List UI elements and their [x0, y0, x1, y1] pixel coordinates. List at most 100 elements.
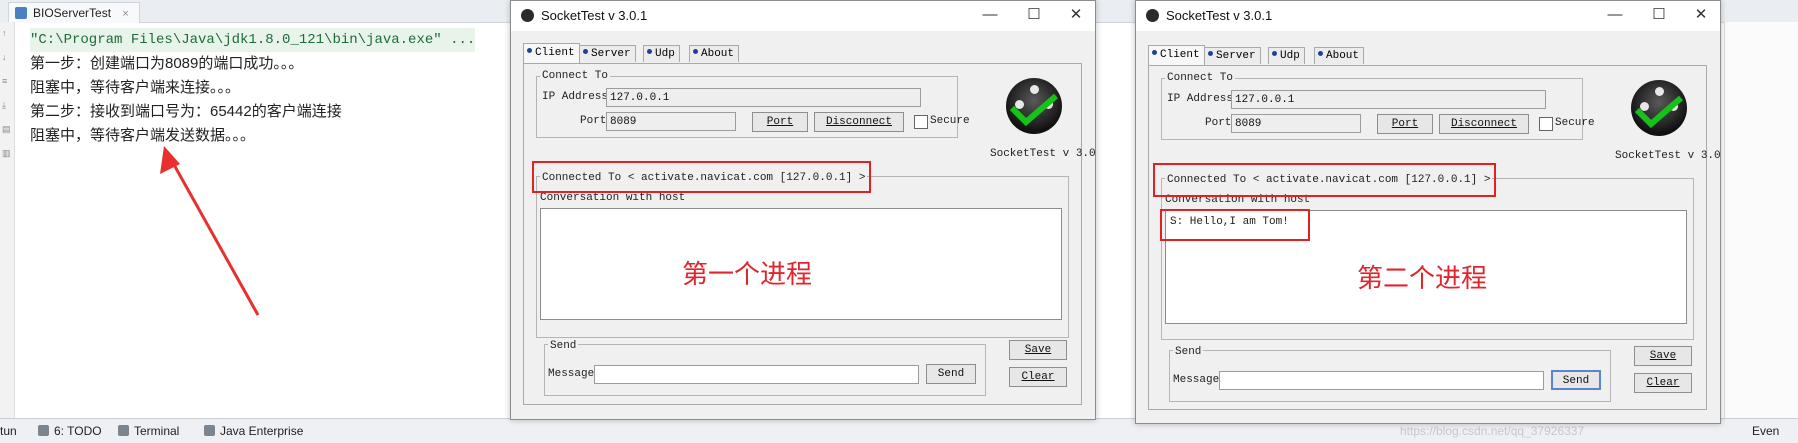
- tab-dot-icon: [583, 49, 588, 54]
- ip-address-input[interactable]: 127.0.0.1: [606, 88, 921, 107]
- trash-icon[interactable]: ▥: [2, 148, 11, 159]
- secure-checkbox[interactable]: [914, 115, 928, 129]
- connected-to-highlight: [532, 161, 871, 193]
- message-label: Message: [1173, 374, 1220, 386]
- connect-to-label: Connect To: [1165, 72, 1236, 84]
- statusbar-event-log[interactable]: Even: [1752, 423, 1779, 439]
- secure-label: Secure: [930, 115, 970, 127]
- run-config-tab[interactable]: BIOServerTest ×: [8, 2, 140, 23]
- rerun-icon[interactable]: ↑: [2, 28, 7, 38]
- port-input[interactable]: 8089: [606, 112, 736, 131]
- wrap-icon[interactable]: ≡: [2, 76, 7, 86]
- tab-dot-icon: [1318, 51, 1323, 56]
- ip-address-label: IP Address: [542, 91, 609, 103]
- sockettest-logo-icon: [1006, 78, 1062, 134]
- tab-about-label: About: [701, 48, 735, 60]
- tab-dot-icon: [693, 49, 698, 54]
- process-annotation: 第二个进程: [1357, 264, 1488, 294]
- port-label: Port: [1205, 117, 1232, 129]
- run-toolbar: ↑ ↓ ≡ ⤓ ▤ ▥: [0, 22, 15, 418]
- send-group-label: Send: [548, 340, 579, 352]
- close-button[interactable]: ✕: [1065, 5, 1087, 25]
- ip-address-label: IP Address: [1167, 93, 1234, 105]
- watermark: https://blog.csdn.net/qq_37926337: [1400, 424, 1585, 438]
- statusbar-terminal[interactable]: Terminal: [118, 423, 179, 439]
- annotation-arrow: [160, 146, 260, 316]
- logo-caption: SocketTest v 3.0: [990, 148, 1096, 160]
- save-button[interactable]: Save: [1009, 340, 1067, 360]
- minimize-button[interactable]: —: [979, 5, 1001, 25]
- logo-caption: SocketTest v 3.0: [1615, 150, 1721, 162]
- run-config-icon: [15, 7, 27, 19]
- sockettest-logo-icon: [1631, 80, 1687, 136]
- maximize-button[interactable]: ☐: [1648, 5, 1670, 25]
- disconnect-button[interactable]: Disconnect: [1439, 114, 1529, 134]
- tab-client-label: Client: [535, 47, 575, 59]
- scroll-end-icon[interactable]: ⤓: [2, 100, 6, 111]
- window-titlebar: SocketTest v 3.0.1 — ☐ ✕: [1136, 1, 1720, 31]
- run-config-tab-label: BIOServerTest: [33, 6, 112, 20]
- tab-dot-icon: [527, 48, 532, 53]
- close-button[interactable]: ✕: [1690, 5, 1712, 25]
- send-button[interactable]: Send: [926, 364, 976, 384]
- tab-udp-label: Udp: [1280, 50, 1300, 62]
- tab-dot-icon: [1152, 50, 1157, 55]
- connect-to-label: Connect To: [540, 70, 611, 82]
- ip-address-input[interactable]: 127.0.0.1: [1231, 90, 1546, 109]
- tab-dot-icon: [1272, 51, 1277, 56]
- print-icon[interactable]: ▤: [2, 124, 11, 135]
- terminal-icon: [118, 425, 129, 436]
- secure-checkbox[interactable]: [1539, 117, 1553, 131]
- maximize-button[interactable]: ☐: [1023, 5, 1045, 25]
- tab-about-label: About: [1326, 50, 1360, 62]
- save-button[interactable]: Save: [1634, 346, 1692, 366]
- console-command-line: "C:\Program Files\Java\jdk1.8.0_121\bin\…: [30, 28, 476, 52]
- tab-server-label: Server: [1216, 50, 1256, 62]
- window-title: SocketTest v 3.0.1: [541, 8, 648, 23]
- tab-udp-label: Udp: [655, 48, 675, 60]
- tab-server[interactable]: Server: [1204, 47, 1261, 64]
- console-output: "C:\Program Files\Java\jdk1.8.0_121\bin\…: [30, 28, 476, 148]
- port-button[interactable]: Port: [752, 112, 808, 132]
- tab-about[interactable]: About: [689, 45, 740, 62]
- clear-button[interactable]: Clear: [1009, 367, 1067, 387]
- message-input[interactable]: [1219, 371, 1544, 390]
- send-group-label: Send: [1173, 346, 1204, 358]
- message-input[interactable]: [594, 365, 919, 384]
- statusbar-event-log-label: Even: [1752, 424, 1780, 438]
- tab-client[interactable]: Client: [1148, 45, 1205, 65]
- app-icon: [521, 9, 534, 22]
- tab-client[interactable]: Client: [523, 43, 580, 63]
- tab-client-label: Client: [1160, 49, 1200, 61]
- clear-button[interactable]: Clear: [1634, 373, 1692, 393]
- tab-udp[interactable]: Udp: [1268, 47, 1305, 64]
- send-button[interactable]: Send: [1551, 370, 1601, 390]
- window-titlebar: SocketTest v 3.0.1 — ☐ ✕: [511, 1, 1095, 31]
- console-line: 阻塞中，等待客户端来连接。。。: [30, 79, 241, 96]
- message-highlight: [1160, 209, 1310, 241]
- statusbar-todo[interactable]: 6: TODO: [38, 423, 102, 439]
- statusbar-run[interactable]: tun: [0, 423, 17, 439]
- connected-to-highlight: [1153, 163, 1496, 197]
- todo-icon: [38, 425, 49, 436]
- process-annotation: 第一个进程: [682, 260, 813, 290]
- ide-right-strip: [1724, 22, 1798, 418]
- console-line: 第二步：接收到端口号为：65442的客户端连接: [30, 103, 342, 120]
- down-icon[interactable]: ↓: [2, 52, 7, 62]
- port-button[interactable]: Port: [1377, 114, 1433, 134]
- statusbar-java-enterprise[interactable]: Java Enterprise: [204, 423, 303, 439]
- port-input[interactable]: 8089: [1231, 114, 1361, 133]
- tab-udp[interactable]: Udp: [643, 45, 680, 62]
- console-line: 第一步：创建端口为8089的端口成功。。。: [30, 55, 304, 72]
- close-tab-icon[interactable]: ×: [122, 8, 128, 20]
- minimize-button[interactable]: —: [1604, 5, 1626, 25]
- java-enterprise-icon: [204, 425, 215, 436]
- client-panel: Connect To IP Address 127.0.0.1 Port 808…: [523, 63, 1096, 405]
- disconnect-button[interactable]: Disconnect: [814, 112, 904, 132]
- statusbar-terminal-label: Terminal: [134, 424, 180, 438]
- tab-server[interactable]: Server: [579, 45, 636, 62]
- statusbar-todo-label: 6: TODO: [54, 424, 102, 438]
- sockettest-window-2: SocketTest v 3.0.1 — ☐ ✕ Client Server U…: [1135, 0, 1721, 424]
- tab-about[interactable]: About: [1314, 47, 1365, 64]
- tab-server-label: Server: [591, 48, 631, 60]
